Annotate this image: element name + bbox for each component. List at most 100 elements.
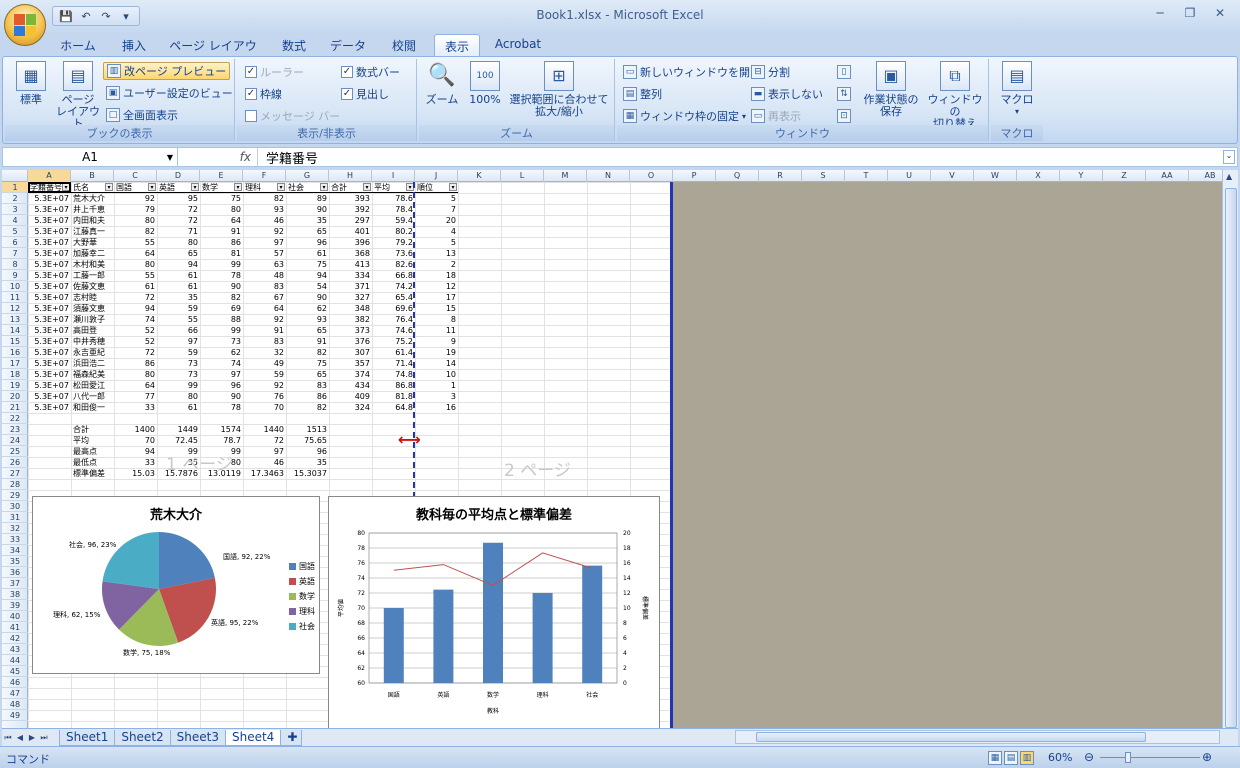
cell[interactable]: 5	[415, 237, 458, 248]
cell[interactable]: 66	[157, 325, 200, 336]
cell[interactable]: 371	[329, 281, 372, 292]
column-header-Z[interactable]: Z	[1103, 170, 1146, 182]
cell[interactable]: 70	[243, 402, 286, 413]
cell[interactable]: 5.3E+07	[28, 380, 71, 391]
row-header-13[interactable]: 13	[2, 314, 28, 325]
cell[interactable]: 浜田浩二	[71, 358, 114, 369]
cell[interactable]: 10	[415, 369, 458, 380]
cell[interactable]: 1449	[157, 424, 200, 435]
cell[interactable]: 氏名 ▾	[71, 182, 114, 193]
column-header-AB[interactable]: AB	[1189, 170, 1222, 182]
cell[interactable]: 49	[243, 358, 286, 369]
row-header-20[interactable]: 20	[2, 391, 28, 402]
cell[interactable]: 93	[243, 204, 286, 215]
row-header-24[interactable]: 24	[2, 435, 28, 446]
horizontal-scrollbar[interactable]	[735, 730, 1220, 744]
row-header-28[interactable]: 28	[2, 479, 28, 490]
cell[interactable]: 46	[243, 215, 286, 226]
row-header-36[interactable]: 36	[2, 567, 28, 578]
cell[interactable]: 409	[329, 391, 372, 402]
gridlines-checkbox[interactable]: ✓ 枠線	[245, 85, 282, 103]
cell[interactable]: 荒木大介	[71, 193, 114, 204]
cell[interactable]: 92	[114, 193, 157, 204]
sheet-tab-3[interactable]: Sheet3	[169, 729, 226, 746]
cell[interactable]: 合計 ▾	[329, 182, 372, 193]
row-header-31[interactable]: 31	[2, 512, 28, 523]
row-header-30[interactable]: 30	[2, 501, 28, 512]
cell[interactable]: 55	[114, 237, 157, 248]
cell[interactable]: 82	[243, 193, 286, 204]
cell[interactable]: 和田俊一	[71, 402, 114, 413]
filter-dropdown-icon[interactable]: ▾	[105, 183, 113, 191]
cell[interactable]: 72	[157, 204, 200, 215]
page-layout-status-icon[interactable]: ▤	[1004, 751, 1018, 765]
freeze-panes-button[interactable]: ▦ ウィンドウ枠の固定 ▾	[623, 107, 746, 125]
column-header-E[interactable]: E	[200, 170, 243, 182]
cell[interactable]: 須藤文恵	[71, 303, 114, 314]
cell[interactable]: 90	[286, 204, 329, 215]
cell[interactable]: 72.45	[157, 435, 200, 446]
cell[interactable]: 80	[114, 369, 157, 380]
cell[interactable]: 平均 ▾	[372, 182, 415, 193]
cell[interactable]: 81.8	[372, 391, 415, 402]
bar-mean[interactable]	[483, 542, 503, 683]
new-window-button[interactable]: ▭ 新しいウィンドウを開く	[623, 63, 761, 81]
cell[interactable]: 13	[415, 248, 458, 259]
cell[interactable]: 5.3E+07	[28, 204, 71, 215]
full-screen-button[interactable]: □ 全画面表示	[106, 106, 178, 124]
cell[interactable]: 7	[415, 204, 458, 215]
cell[interactable]: 59	[157, 347, 200, 358]
cell[interactable]: 59	[157, 303, 200, 314]
cell[interactable]: 3	[415, 391, 458, 402]
row-header-21[interactable]: 21	[2, 402, 28, 413]
normal-view-status-icon[interactable]: ▦	[988, 751, 1002, 765]
cell[interactable]: 数学 ▾	[200, 182, 243, 193]
cell[interactable]: 79	[114, 204, 157, 215]
cell[interactable]: 72	[243, 435, 286, 446]
switch-windows-button[interactable]: ⧉ ウィンドウの 切り替え	[923, 61, 987, 130]
tab-acrobat[interactable]: Acrobat	[490, 34, 546, 56]
cell[interactable]: 80	[114, 259, 157, 270]
cell[interactable]: 99	[200, 325, 243, 336]
office-button[interactable]	[4, 4, 46, 46]
bar-mean[interactable]	[383, 608, 404, 683]
zoom-slider-thumb[interactable]	[1125, 752, 1131, 763]
cell[interactable]: 5.3E+07	[28, 270, 71, 281]
column-header-L[interactable]: L	[501, 170, 544, 182]
cell[interactable]: 74	[200, 358, 243, 369]
column-header-K[interactable]: K	[458, 170, 501, 182]
cell[interactable]: 1574	[200, 424, 243, 435]
cell[interactable]: 46	[243, 457, 286, 468]
filter-dropdown-icon[interactable]: ▾	[148, 183, 156, 191]
cell[interactable]: 66.8	[372, 270, 415, 281]
custom-views-button[interactable]: ▣ ユーザー設定のビュー	[106, 84, 233, 102]
cell[interactable]: 86	[200, 237, 243, 248]
row-header-5[interactable]: 5	[2, 226, 28, 237]
bar-mean[interactable]	[532, 593, 553, 683]
cell[interactable]: 33	[114, 402, 157, 413]
formula-bar-checkbox[interactable]: ✓ 数式バー	[341, 63, 400, 81]
zoom-out-icon[interactable]: ⊖	[1084, 750, 1094, 764]
arrange-all-button[interactable]: ▤ 整列	[623, 85, 662, 103]
cell[interactable]: 5	[415, 193, 458, 204]
cell[interactable]: 1400	[114, 424, 157, 435]
column-header-X[interactable]: X	[1017, 170, 1060, 182]
row-header-22[interactable]: 22	[2, 413, 28, 424]
cell[interactable]: 65	[157, 248, 200, 259]
cell[interactable]: 52	[114, 325, 157, 336]
minimize-icon[interactable]: ─	[1150, 6, 1170, 20]
cell[interactable]: 382	[329, 314, 372, 325]
row-header-49[interactable]: 49	[2, 710, 28, 721]
cell[interactable]: 83	[243, 336, 286, 347]
cell[interactable]: 83	[243, 281, 286, 292]
cell[interactable]: 70	[114, 435, 157, 446]
cell[interactable]: 大野華	[71, 237, 114, 248]
cell[interactable]: 1	[415, 380, 458, 391]
cell[interactable]: 393	[329, 193, 372, 204]
cell[interactable]: 78.6	[372, 193, 415, 204]
column-header-T[interactable]: T	[845, 170, 888, 182]
row-header-46[interactable]: 46	[2, 677, 28, 688]
vertical-scrollbar[interactable]: ▲	[1222, 170, 1238, 728]
message-bar-checkbox[interactable]: メッセージ バー	[245, 107, 340, 125]
cell[interactable]: 55	[114, 270, 157, 281]
